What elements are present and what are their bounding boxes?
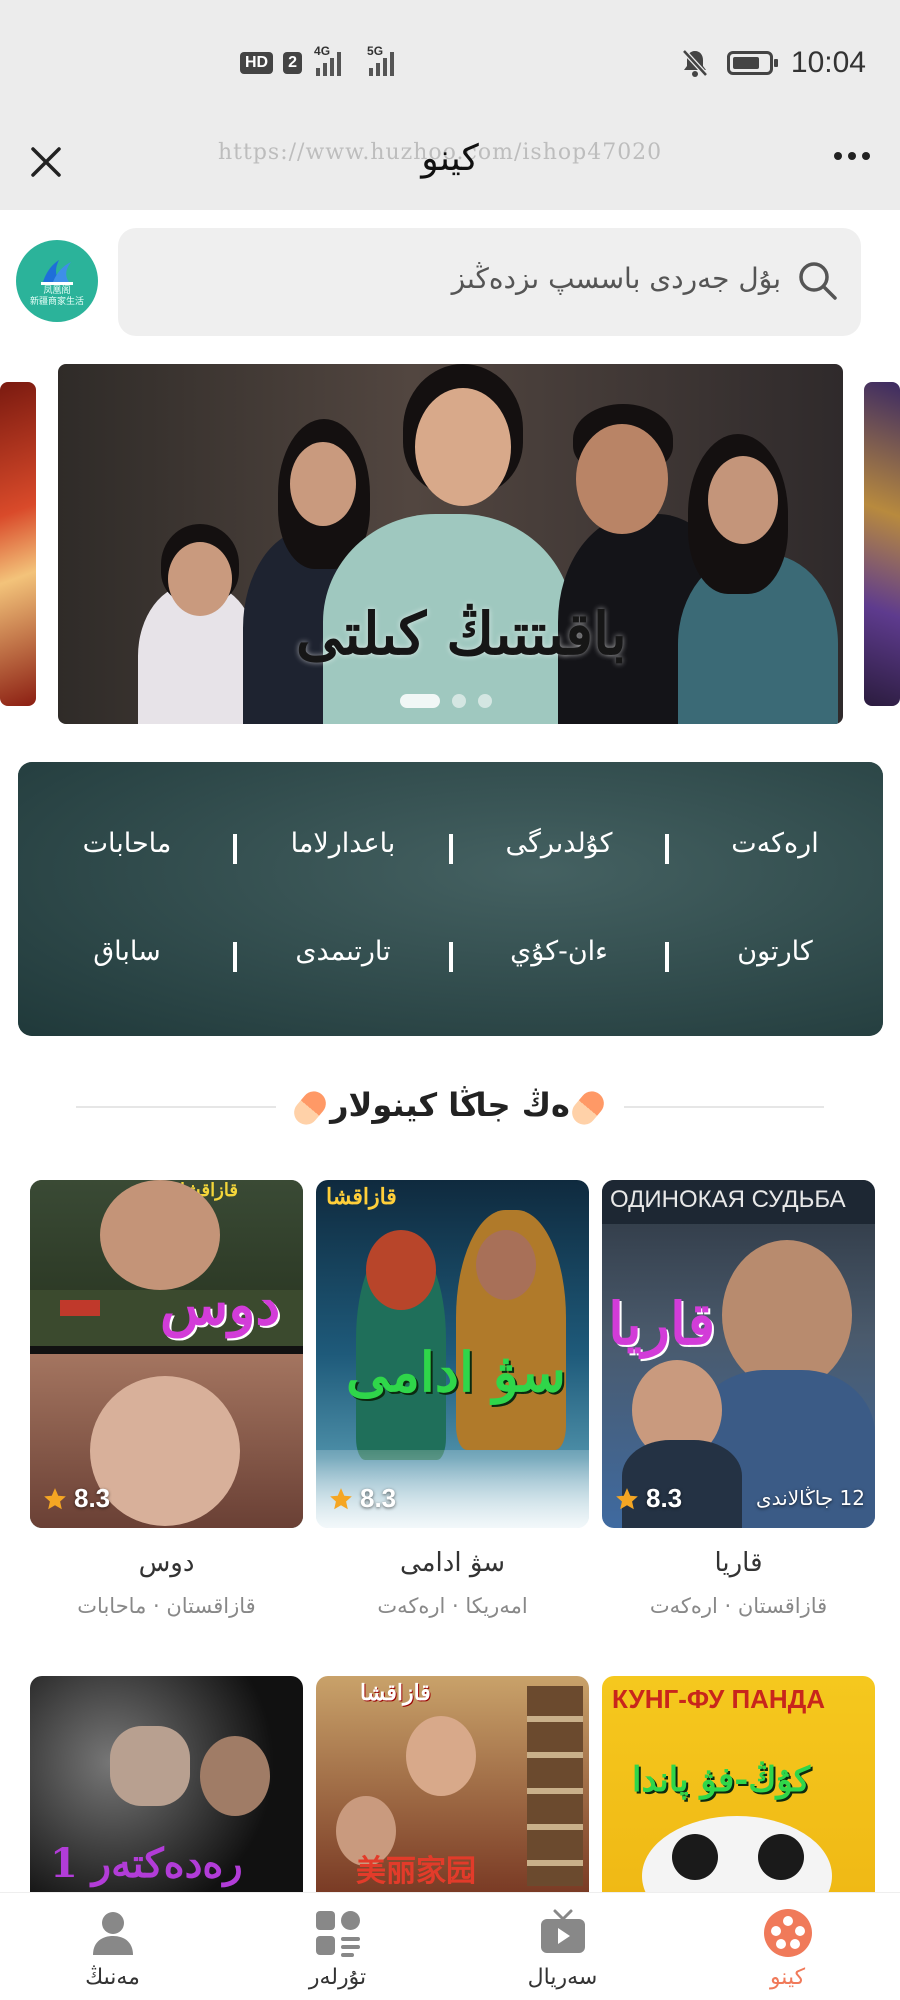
movie-poster: КУНГ-ФУ ПАНДА كۇڭ-فۋ پاندا <box>602 1676 875 1892</box>
carousel-dot[interactable] <box>452 694 466 708</box>
movie-card[interactable]: قازاقشا دوس 8.3 دوس قازاقستان · ماحابات <box>30 1180 303 1618</box>
nav-label: سەريال <box>527 1965 598 1990</box>
section-header: ەڭ جاڭا كينولار <box>0 1080 900 1136</box>
movie-card[interactable]: قازاقشا سۋ ادامى 8.3 سۋ ادامى امەريكا · … <box>316 1180 589 1618</box>
category-item[interactable]: ساباق <box>19 936 237 972</box>
network-indicators: HD 2 4G 5G <box>240 44 395 76</box>
category-item[interactable]: كۇلدىرگى <box>451 828 669 864</box>
nav-label: مەنىڭ <box>85 1965 140 1990</box>
episode-count: 12 جاڭالاندى <box>755 1486 865 1510</box>
film-reel-icon <box>763 1909 812 1957</box>
category-grid-icon <box>315 1911 360 1957</box>
movie-card[interactable]: КУНГ-ФУ ПАНДА كۇڭ-فۋ پاندا <box>602 1676 875 1892</box>
page-title: كينو <box>421 138 479 179</box>
section-title: ەڭ جاڭا كينولار <box>330 1086 570 1124</box>
logo-text-1: 凤凰阁 <box>43 286 71 296</box>
status-bar: HD 2 4G 5G 10:04 <box>0 0 900 130</box>
banner-carousel[interactable]: باقىتتىڭ كىلتى <box>58 364 843 724</box>
rating: 8.3 <box>328 1483 396 1514</box>
movie-meta: قازاقستان · ماحابات <box>77 1594 256 1618</box>
search-placeholder: بۇل جەردى باسسپ ىزدەڭىز <box>451 262 781 295</box>
sim-badge: 2 <box>283 52 303 74</box>
banner-prev-slide[interactable] <box>0 382 36 706</box>
movie-title: قاريا <box>714 1548 763 1578</box>
nav-label: كينو <box>769 1965 806 1990</box>
nav-label: تۇرلەر <box>308 1965 367 1990</box>
nav-tab-categories[interactable]: تۇرلەر <box>225 1893 450 2000</box>
movie-poster: قازاقشا سۋ ادامى 8.3 <box>316 1180 589 1528</box>
search-icon <box>799 262 837 300</box>
category-item[interactable]: ماحابات <box>19 828 237 864</box>
movie-title: دوس <box>138 1548 195 1578</box>
category-item[interactable]: ءان-كۇي <box>451 936 669 972</box>
banner-title: باقىتتىڭ كىلتى <box>296 600 627 668</box>
banner-next-slide[interactable] <box>864 382 900 706</box>
movie-title: سۋ ادامى <box>399 1548 506 1578</box>
movie-poster: ОДИНОКАЯ СУДЬБА قاريا 8.3 12 جاڭالاندى <box>602 1180 875 1528</box>
category-panel: ارەكەت كۇلدىرگى باعدارلاما ماحابات كارتو… <box>18 762 883 1036</box>
category-item[interactable]: باعدارلاما <box>235 828 453 864</box>
rating: 8.3 <box>614 1483 682 1514</box>
signal-5g-icon: 5G <box>367 44 395 76</box>
nav-tab-kino[interactable]: كينو <box>675 1893 900 2000</box>
carousel-indicators <box>400 694 492 708</box>
category-item[interactable]: كارتون <box>667 936 883 967</box>
star-icon <box>44 1487 66 1509</box>
logo-wave-icon <box>41 260 73 285</box>
category-row: ارەكەت كۇلدىرگى باعدارلاما ماحابات <box>18 828 883 864</box>
search-input[interactable]: بۇل جەردى باسسپ ىزدەڭىز <box>118 228 861 336</box>
carousel-dot[interactable] <box>478 694 492 708</box>
category-row: كارتون ءان-كۇي تارتىمدى ساباق <box>18 936 883 972</box>
star-icon <box>616 1487 638 1509</box>
more-icon <box>834 152 842 160</box>
bell-muted-icon <box>682 49 708 77</box>
battery-icon <box>726 51 778 75</box>
category-item[interactable]: ارەكەت <box>667 828 883 859</box>
logo-text-2: 新疆商家生活 <box>29 297 84 307</box>
signal-4g-icon: 4G <box>314 44 342 76</box>
carousel-dot[interactable] <box>400 694 440 708</box>
hd-badge: HD <box>240 52 274 74</box>
app-logo[interactable]: 凤凰阁 新疆商家生活 <box>16 240 98 322</box>
status-right: 10:04 <box>681 46 866 80</box>
more-button[interactable] <box>834 152 870 160</box>
movie-meta: قازاقستان · ارەكەت <box>649 1594 828 1618</box>
bottom-nav: كينو سەريال تۇرلەر مەنىڭ <box>0 1892 900 2000</box>
movie-card[interactable]: رەدەكتەر 1 <box>30 1676 303 1892</box>
tv-icon <box>540 1909 585 1953</box>
user-icon <box>92 1912 133 1955</box>
clock: 10:04 <box>790 46 866 79</box>
movie-poster: قازاقشا دوس 8.3 <box>30 1180 303 1528</box>
movie-card[interactable]: ОДИНОКАЯ СУДЬБА قاريا 8.3 12 جاڭالاندى ق… <box>602 1180 875 1618</box>
movie-poster: قازاقشا 美丽家园 <box>316 1676 589 1892</box>
nav-tab-profile[interactable]: مەنىڭ <box>0 1893 225 2000</box>
nav-tab-serial[interactable]: سەريال <box>450 1893 675 2000</box>
category-item[interactable]: تارتىمدى <box>235 936 453 972</box>
movie-poster: رەدەكتەر 1 <box>30 1676 303 1892</box>
movie-card[interactable]: قازاقشا 美丽家园 <box>316 1676 589 1892</box>
rating: 8.3 <box>42 1483 110 1514</box>
star-icon <box>330 1487 352 1509</box>
title-bar: https://www.huzhoo.com/ishop47020 كينو <box>0 130 900 210</box>
movie-meta: امەريكا · ارەكەت <box>377 1594 528 1618</box>
